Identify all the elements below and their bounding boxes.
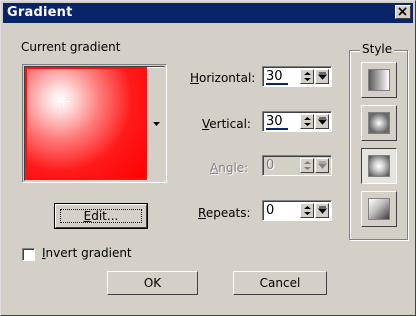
style-linear-button[interactable] (361, 62, 397, 98)
title-bar[interactable]: Gradient (3, 3, 413, 23)
linear-gradient-icon (368, 69, 390, 91)
rectangular-gradient-icon (368, 112, 390, 134)
angle-menu-button (315, 158, 329, 173)
gradient-dropdown-button[interactable] (147, 67, 164, 180)
invert-gradient-label[interactable]: Invert gradient (42, 246, 132, 260)
corner-gradient-icon (368, 198, 390, 220)
style-corner-button[interactable] (361, 191, 397, 227)
style-radial-button[interactable] (361, 148, 397, 184)
vertical-menu-button[interactable] (315, 114, 329, 129)
spin-up-down-icon (304, 72, 311, 81)
repeats-input[interactable]: 0 (266, 203, 274, 218)
angle-label: Angle: (210, 161, 249, 175)
horizontal-spin-button[interactable] (300, 69, 314, 84)
horizontal-menu-button[interactable] (315, 69, 329, 84)
angle-spin-button (300, 158, 314, 173)
spin-up-down-icon (304, 161, 311, 170)
small-arrow-icon (318, 206, 327, 214)
invert-gradient-checkbox[interactable] (22, 248, 35, 261)
style-rectangular-button[interactable] (361, 105, 397, 141)
close-icon (398, 7, 407, 16)
horizontal-stepper[interactable]: 30 (262, 66, 332, 87)
edit-button[interactable]: Edit... (54, 203, 148, 229)
small-arrow-icon (318, 117, 327, 125)
angle-input: 0 (266, 158, 275, 173)
angle-stepper: 0 (262, 155, 332, 176)
horizontal-input[interactable]: 30 (266, 69, 283, 84)
repeats-spin-button[interactable] (300, 203, 314, 218)
spin-up-down-icon (304, 117, 311, 126)
gradient-preview-frame (22, 64, 167, 183)
repeats-menu-button[interactable] (315, 203, 329, 218)
small-arrow-icon (318, 72, 327, 80)
style-group-label: Style (360, 42, 395, 56)
repeats-stepper[interactable]: 0 (262, 200, 332, 221)
gradient-preview[interactable] (24, 66, 165, 181)
close-button[interactable] (395, 5, 411, 19)
horizontal-slider-indicator (266, 83, 288, 85)
vertical-spin-button[interactable] (300, 114, 314, 129)
gradient-swatch[interactable] (27, 69, 145, 178)
radial-gradient-icon (368, 155, 390, 177)
spin-up-down-icon (304, 206, 311, 215)
cancel-button[interactable]: Cancel (233, 271, 327, 295)
ok-button[interactable]: OK (107, 271, 198, 295)
horizontal-label: Horizontal: (190, 71, 256, 85)
small-arrow-icon (318, 161, 327, 169)
chevron-down-icon (153, 122, 160, 126)
current-gradient-label: Current gradient (21, 40, 121, 54)
repeats-label: Repeats: (198, 206, 251, 220)
vertical-input[interactable]: 30 (266, 114, 283, 129)
vertical-label: Vertical: (202, 117, 251, 131)
vertical-stepper[interactable]: 30 (262, 111, 332, 132)
window-title: Gradient (7, 5, 73, 20)
vertical-slider-indicator (266, 128, 288, 130)
